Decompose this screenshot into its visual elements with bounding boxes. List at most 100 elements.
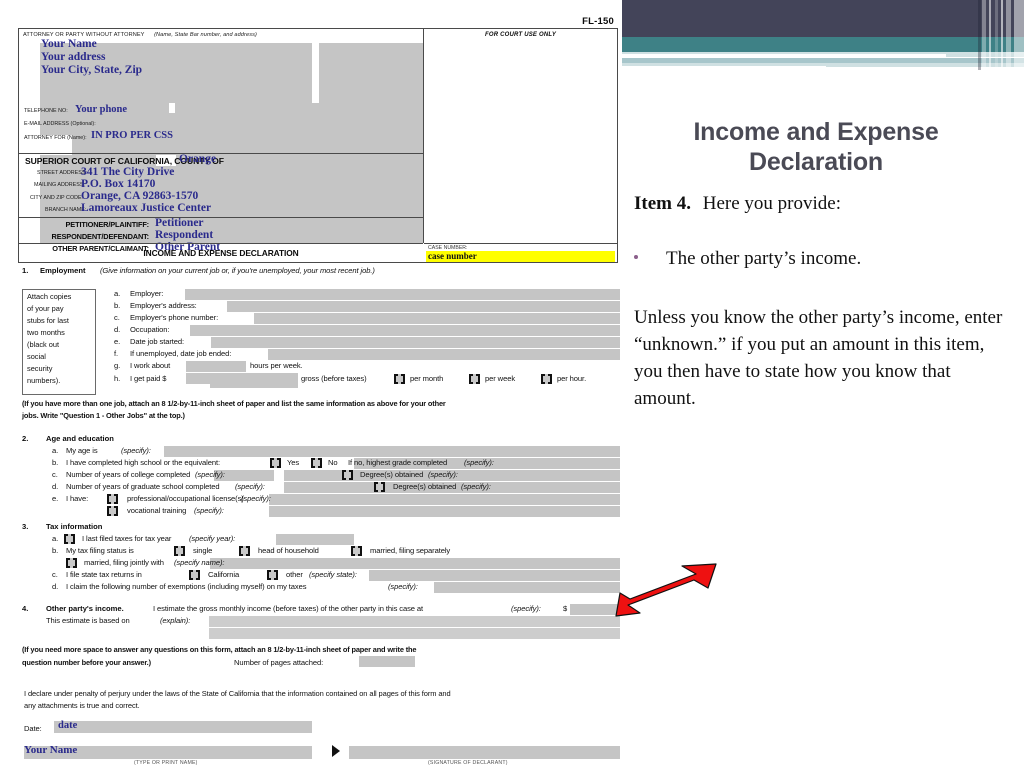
section-1-row-e-text: Date job started: [130, 337, 185, 346]
attorney-caption-italic: (Name, State Bar number, and address) [154, 32, 257, 38]
section-1-row-a-text: Employer: [130, 289, 164, 298]
section-1-row-d-letter: d. [114, 325, 121, 334]
section-1-row-e-letter: e. [114, 337, 121, 346]
checkbox-highschool-yes[interactable] [270, 458, 281, 468]
section-2-d-degree: Degree(s) obtained [393, 482, 457, 491]
section-2-d-italic: (specify): [235, 482, 265, 491]
section-2-title: Age and education [46, 434, 114, 443]
section-1-row-h-pre: I get paid $ [130, 374, 167, 383]
section-3-b-opt4: married, filing jointly with [84, 558, 164, 567]
section-3-c-text: I file state tax returns in [66, 570, 142, 579]
checkbox-per-hour[interactable] [541, 374, 552, 384]
form-title-bar: INCOME AND EXPENSE DECLARATION [19, 243, 423, 262]
attach-note-line-2: stubs for last [27, 316, 69, 325]
section-3-b-opt1: single [193, 546, 213, 555]
checkbox-college-degree[interactable] [342, 470, 353, 480]
checkbox-professional-license[interactable] [107, 494, 118, 504]
section-1-row-h-gross: gross (before taxes) [301, 374, 367, 383]
checkbox-filing-hoh[interactable] [239, 546, 250, 556]
section-1-row-a-letter: a. [114, 289, 121, 298]
section-1-row-f-text: If unemployed, date job ended: [130, 349, 232, 358]
respondent-label: RESPONDENT/DEFENDANT: [51, 232, 150, 241]
redaction-hours [186, 361, 246, 372]
checkbox-state-other[interactable] [267, 570, 278, 580]
attach-note-line-6: security [27, 364, 53, 373]
redaction-age [164, 446, 620, 457]
bullet-point-icon [634, 255, 638, 259]
section-2-e-text: I have: [66, 494, 89, 503]
redaction-gap-1 [316, 43, 319, 67]
redaction-signature [349, 746, 620, 759]
branch-name-value: Lamoreaux Justice Center [81, 202, 212, 214]
section-2-b-yes-label: Yes [287, 458, 300, 467]
slide-title: Income and Expense Declaration [636, 118, 996, 177]
attorney-citystatezip-value: Your City, State, Zip [41, 64, 143, 76]
section-1-row-h-letter: h. [114, 374, 121, 383]
section-1-row-f-letter: f. [114, 349, 119, 358]
section-1-row-g-pre: I work about [130, 361, 171, 370]
more-space-line-1: (If you need more space to answer any qu… [22, 645, 417, 654]
attach-note-line-7: numbers). [27, 376, 61, 385]
redaction-date-started [211, 337, 620, 348]
redaction-date-ended [268, 349, 620, 360]
form-number: FL-150 [582, 16, 614, 27]
attach-note-line-4: (black out [27, 340, 60, 349]
redaction-spouse-name [210, 558, 620, 569]
section-1-title: Employment [40, 266, 86, 275]
for-court-use-only-label: FOR COURT USE ONLY [484, 32, 557, 38]
section-2-c-degree-italic: (specify): [428, 470, 458, 479]
banner-stripe-3 [995, 0, 998, 70]
section-2-e-opt1: professional/occupational license(s) [127, 494, 244, 503]
city-zip-label: CITY AND ZIP CODE: [30, 195, 84, 201]
section-1-per-month-label: per month [410, 374, 444, 383]
checkbox-vocational-training[interactable] [107, 506, 118, 516]
street-address-value: 341 The City Drive [81, 166, 175, 178]
section-3-number: 3. [22, 522, 29, 531]
redaction-gap-2 [169, 103, 175, 113]
section-3-c-opt1: California [208, 570, 240, 579]
section-3-c-opt2: other [286, 570, 303, 579]
section-2-number: 2. [22, 434, 29, 443]
section-2-c-text: Number of years of college completed [66, 470, 191, 479]
section-4-number: 4. [22, 604, 29, 613]
form-title: INCOME AND EXPENSE DECLARATION [143, 248, 299, 258]
checkbox-filing-married-joint[interactable] [66, 558, 77, 568]
section-3-title: Tax information [46, 522, 103, 531]
section-2-a-letter: a. [52, 446, 59, 455]
checkbox-filing-single[interactable] [174, 546, 185, 556]
checkbox-last-filed-taxes[interactable] [64, 534, 75, 544]
banner-stripe-2 [989, 0, 991, 70]
checkbox-state-california[interactable] [189, 570, 200, 580]
slide-paragraph: Unless you know the other party’s income… [634, 307, 1003, 409]
checkbox-highschool-no[interactable] [311, 458, 322, 468]
section-2-b-tail: If no, highest grade completed [348, 458, 448, 467]
redaction-employer-address [227, 301, 620, 312]
checkbox-grad-degree[interactable] [374, 482, 385, 492]
section-3-b-letter: b. [52, 546, 59, 555]
banner-stripe-6 [1014, 0, 1024, 70]
checkbox-per-week[interactable] [469, 374, 480, 384]
section-2-e-opt2-italic: (specify): [194, 506, 224, 515]
redaction-date [54, 721, 312, 733]
checkbox-filing-married-sep[interactable] [351, 546, 362, 556]
section-2-a-text: My age is [66, 446, 98, 455]
section-1-row-b-text: Employer's address: [130, 301, 197, 310]
redaction-paid-amount-2 [210, 380, 298, 388]
respondent-value: Respondent [155, 229, 214, 241]
attach-copies-note: Attach copies of your pay stubs for last… [22, 289, 96, 395]
section-2-e-opt2: vocational training [127, 506, 187, 515]
section-3-d-italic: (specify): [388, 582, 418, 591]
section-2-a-italic: (specify): [121, 446, 151, 455]
attorney-address-value: Your address [41, 51, 106, 63]
type-print-name-caption: (TYPE OR PRINT NAME) [134, 760, 198, 766]
slide: FL-150 ATTORNEY OR PARTY WITHOUT ATTORNE… [0, 0, 1024, 768]
checkbox-per-month[interactable] [394, 374, 405, 384]
petitioner-label: PETITIONER/PLAINTIFF: [65, 220, 150, 229]
banner-stripe-dark [978, 0, 981, 70]
street-address-label: STREET ADDRESS: [37, 170, 87, 176]
banner-stripe-4 [1001, 0, 1003, 70]
redaction-license [269, 494, 620, 505]
slide-title-line-1: Income and Expense [693, 118, 939, 146]
slide-title-line-2: Declaration [749, 147, 883, 176]
section-2-b-text: I have completed high school or the equi… [66, 458, 221, 467]
